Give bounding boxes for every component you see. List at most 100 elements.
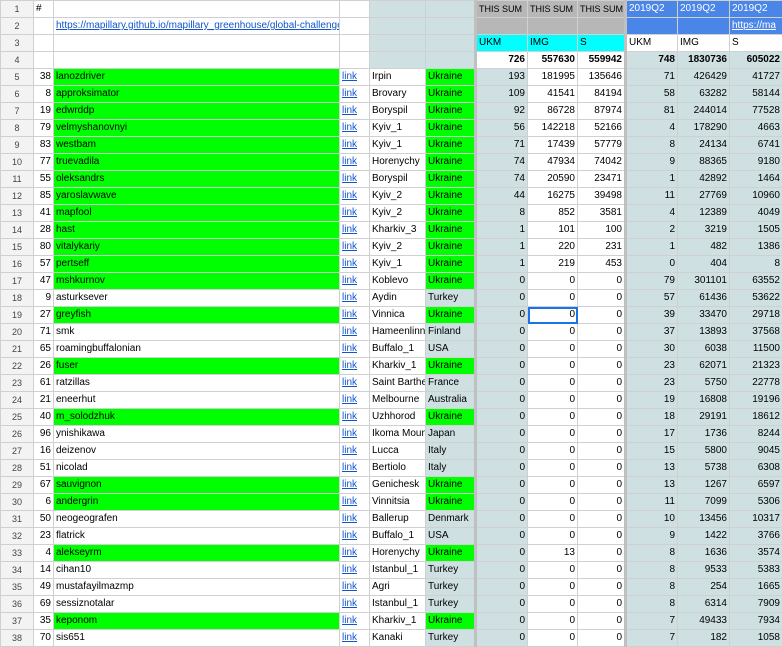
this-s-cell[interactable]: 39498	[578, 188, 626, 205]
link-cell[interactable]: link	[340, 341, 370, 358]
this-img-cell[interactable]: 219	[528, 256, 578, 273]
row-number[interactable]: 17	[1, 273, 34, 290]
username-cell[interactable]: asturksever	[54, 290, 340, 307]
this-ukm-cell[interactable]: 109	[476, 86, 528, 103]
username-cell[interactable]: edwrddp	[54, 103, 340, 120]
this-s-cell[interactable]: 57779	[578, 137, 626, 154]
cell-empty[interactable]	[370, 35, 426, 52]
cell-empty[interactable]	[340, 1, 370, 18]
ukm-header[interactable]: UKM	[476, 35, 528, 52]
city-cell[interactable]: Saint Barthe	[370, 375, 426, 392]
q2-s-cell[interactable]: 5383	[730, 562, 782, 579]
row-number[interactable]: 25	[1, 409, 34, 426]
this-s-cell[interactable]: 0	[578, 511, 626, 528]
username-cell[interactable]: cihan10	[54, 562, 340, 579]
this-ukm-cell[interactable]: 0	[476, 392, 528, 409]
rank-cell[interactable]: 23	[34, 528, 54, 545]
q2-ukm-cell[interactable]: 8	[626, 579, 678, 596]
q2-s-cell[interactable]: 9180	[730, 154, 782, 171]
row-number[interactable]: 10	[1, 154, 34, 171]
this-s-cell[interactable]: 231	[578, 239, 626, 256]
this-img-cell[interactable]: 41541	[528, 86, 578, 103]
q2-s-cell[interactable]: 3574	[730, 545, 782, 562]
q2-s-cell[interactable]: 1386	[730, 239, 782, 256]
q2-ukm-cell[interactable]: 58	[626, 86, 678, 103]
row-number[interactable]: 2	[1, 18, 34, 35]
this-s-cell[interactable]: 0	[578, 630, 626, 647]
username-cell[interactable]: smk	[54, 324, 340, 341]
q2-s-cell[interactable]: 21323	[730, 358, 782, 375]
q2-img-cell[interactable]: 482	[678, 239, 730, 256]
city-cell[interactable]: Kharkiv_1	[370, 613, 426, 630]
q2-img-cell[interactable]: 3219	[678, 222, 730, 239]
q2-s-cell[interactable]: 19196	[730, 392, 782, 409]
country-cell[interactable]: France	[426, 375, 476, 392]
link-cell[interactable]: link	[340, 324, 370, 341]
row-number[interactable]: 30	[1, 494, 34, 511]
cell-empty[interactable]	[340, 18, 370, 35]
username-cell[interactable]: keponom	[54, 613, 340, 630]
link-cell[interactable]: link	[340, 154, 370, 171]
country-cell[interactable]: USA	[426, 528, 476, 545]
rank-cell[interactable]: 55	[34, 171, 54, 188]
q2-ukm-cell[interactable]: 79	[626, 273, 678, 290]
this-img-cell[interactable]: 0	[528, 341, 578, 358]
this-ukm-cell[interactable]: 0	[476, 630, 528, 647]
q2-s-cell[interactable]: 8	[730, 256, 782, 273]
this-s-cell[interactable]: 0	[578, 460, 626, 477]
this-img-cell[interactable]: 142218	[528, 120, 578, 137]
this-s-cell[interactable]: 84194	[578, 86, 626, 103]
rank-cell[interactable]: 65	[34, 341, 54, 358]
rank-cell[interactable]: 79	[34, 120, 54, 137]
username-cell[interactable]: westbam	[54, 137, 340, 154]
rank-cell[interactable]: 83	[34, 137, 54, 154]
country-cell[interactable]: Ukraine	[426, 545, 476, 562]
city-cell[interactable]: Kyiv_2	[370, 205, 426, 222]
this-s-cell[interactable]: 0	[578, 579, 626, 596]
row-number[interactable]: 18	[1, 290, 34, 307]
country-cell[interactable]: Ukraine	[426, 103, 476, 120]
link-cell[interactable]: link	[340, 494, 370, 511]
q2-ukm-cell[interactable]: 15	[626, 443, 678, 460]
period-header[interactable]: 2019Q2	[626, 1, 678, 18]
q2-img-cell[interactable]: 62071	[678, 358, 730, 375]
username-cell[interactable]: fuser	[54, 358, 340, 375]
cell-empty[interactable]	[678, 18, 730, 35]
link-cell[interactable]: link	[340, 358, 370, 375]
row-number[interactable]: 26	[1, 426, 34, 443]
q2-ukm-cell[interactable]: 8	[626, 545, 678, 562]
username-cell[interactable]: hast	[54, 222, 340, 239]
q2-img-cell[interactable]: 13456	[678, 511, 730, 528]
q2-img-cell[interactable]: 5738	[678, 460, 730, 477]
q2-ukm-cell[interactable]: 7	[626, 630, 678, 647]
rank-cell[interactable]: 38	[34, 69, 54, 86]
link-cell[interactable]: link	[340, 477, 370, 494]
q2-img-cell[interactable]: 27769	[678, 188, 730, 205]
q2-img-cell[interactable]: 7099	[678, 494, 730, 511]
total-q2-ukm[interactable]: 748	[626, 52, 678, 69]
q2-ukm-cell[interactable]: 39	[626, 307, 678, 324]
city-cell[interactable]: Genichesk	[370, 477, 426, 494]
username-cell[interactable]: mustafayilmazmp	[54, 579, 340, 596]
row-number[interactable]: 16	[1, 256, 34, 273]
this-s-cell[interactable]: 453	[578, 256, 626, 273]
this-ukm-cell[interactable]: 0	[476, 460, 528, 477]
q2-ukm-cell[interactable]: 9	[626, 528, 678, 545]
link-cell[interactable]: link	[340, 613, 370, 630]
q2-s-cell[interactable]: 41727	[730, 69, 782, 86]
this-ukm-cell[interactable]: 1	[476, 239, 528, 256]
city-cell[interactable]: Lucca	[370, 443, 426, 460]
country-cell[interactable]: Australia	[426, 392, 476, 409]
country-cell[interactable]: Ukraine	[426, 69, 476, 86]
q2-img-cell[interactable]: 16808	[678, 392, 730, 409]
cell-empty[interactable]	[34, 35, 54, 52]
this-s-cell[interactable]: 0	[578, 307, 626, 324]
city-cell[interactable]: Bertiolo	[370, 460, 426, 477]
city-cell[interactable]: Melbourne	[370, 392, 426, 409]
this-s-cell[interactable]: 0	[578, 324, 626, 341]
cell-empty[interactable]	[426, 1, 476, 18]
username-cell[interactable]: flatrick	[54, 528, 340, 545]
period-header[interactable]: 2019Q2	[730, 1, 782, 18]
country-cell[interactable]: Ukraine	[426, 171, 476, 188]
row-number[interactable]: 9	[1, 137, 34, 154]
